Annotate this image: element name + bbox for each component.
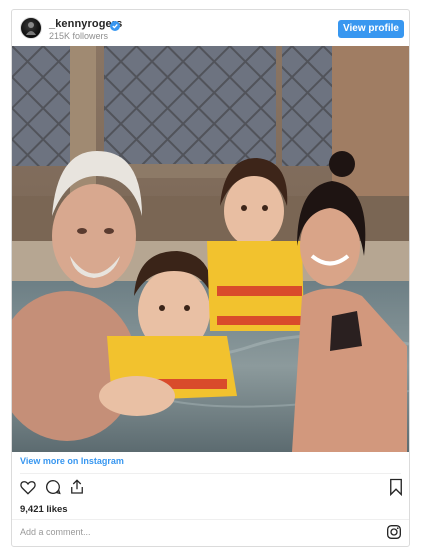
heart-icon[interactable] [19,478,37,501]
instagram-logo-icon[interactable] [386,524,402,545]
like-count: 9,421 likes [20,504,68,515]
bookmark-icon[interactable] [388,478,404,501]
divider [12,519,409,520]
share-icon[interactable] [68,478,86,501]
profile-avatar[interactable] [20,17,42,39]
comment-input[interactable]: Add a comment... [20,527,91,537]
post-photo[interactable] [12,46,409,452]
view-more-link[interactable]: View more on Instagram [20,456,124,466]
instagram-embed-card: _kennyrogers 215K followers View profile [11,9,410,547]
view-profile-button[interactable]: View profile [338,20,404,38]
post-header: _kennyrogers 215K followers View profile [12,10,409,46]
action-bar [12,478,409,500]
verified-badge-icon [110,18,120,31]
follower-count: 215K followers [49,31,109,41]
comment-bubble-icon[interactable] [44,478,62,501]
divider [20,473,401,474]
